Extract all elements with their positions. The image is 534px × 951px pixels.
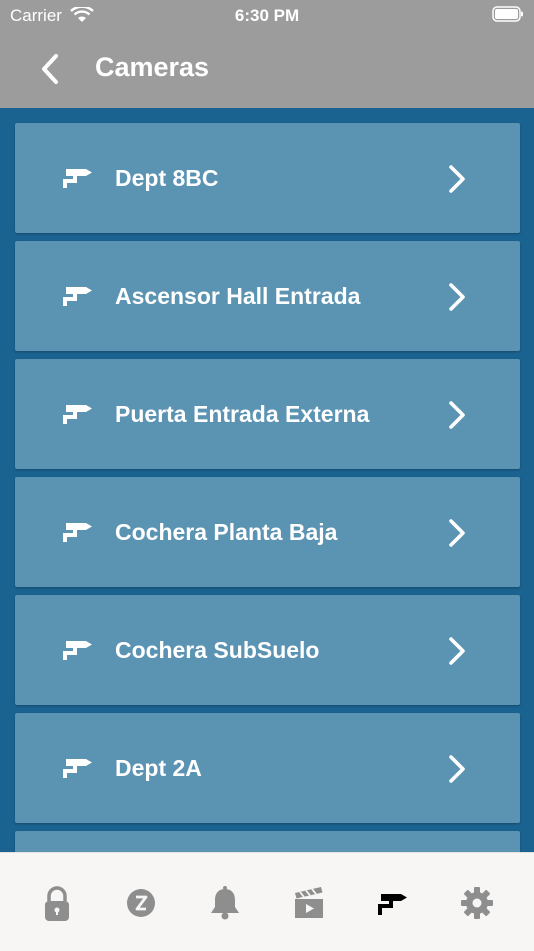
security-camera-icon [63,169,92,188]
navigation-bar: Cameras [0,30,534,108]
tab-security-camera-icon[interactable] [373,883,413,923]
tab-bar [0,852,534,951]
chevron-right-icon [449,165,465,193]
tab-gear-icon[interactable] [457,883,497,923]
page-title: Cameras [95,52,210,82]
camera-name: Dept 8BC [115,165,219,191]
camera-list-item[interactable]: Ascensor Hall Entrada [15,241,520,351]
tab-bell-icon[interactable] [205,883,245,923]
back-chevron-icon[interactable] [36,52,64,86]
camera-name: Puerta Entrada Externa [115,401,370,427]
camera-name: Ascensor Hall Entrada [115,283,361,309]
camera-list-item[interactable]: Dept 2A [15,713,520,823]
chevron-right-icon [449,283,465,311]
security-camera-icon [63,641,92,660]
tab-clapperboard-icon[interactable] [289,883,329,923]
camera-name: Cochera SubSuelo [115,637,320,663]
tab-lock-icon[interactable] [37,883,77,923]
camera-list-item[interactable]: Cochera Planta Baja [15,477,520,587]
chevron-right-icon [449,755,465,783]
chevron-right-icon [449,401,465,429]
security-camera-icon [63,287,92,306]
status-bar: Carrier 6:30 PM [0,0,534,30]
chevron-right-icon [449,519,465,547]
camera-name: Cochera Planta Baja [115,519,338,545]
tab-zone-icon[interactable] [121,883,161,923]
camera-list-item[interactable]: Puerta Entrada Externa [15,359,520,469]
camera-name: Dept 2A [115,755,202,781]
camera-list-container[interactable]: Dept 8BC Ascensor Hall Entrada Puerta En… [0,108,534,852]
security-camera-icon [63,523,92,542]
security-camera-icon [63,759,92,778]
chevron-right-icon [449,637,465,665]
camera-list-item[interactable]: Dept 8BC [15,123,520,233]
status-time: 6:30 PM [234,6,300,25]
battery-icon [492,6,523,22]
camera-list: Dept 8BC Ascensor Hall Entrada Puerta En… [15,123,520,852]
security-camera-icon [63,405,92,424]
camera-list-item-partial[interactable] [15,831,520,852]
camera-list-item[interactable]: Cochera SubSuelo [15,595,520,705]
